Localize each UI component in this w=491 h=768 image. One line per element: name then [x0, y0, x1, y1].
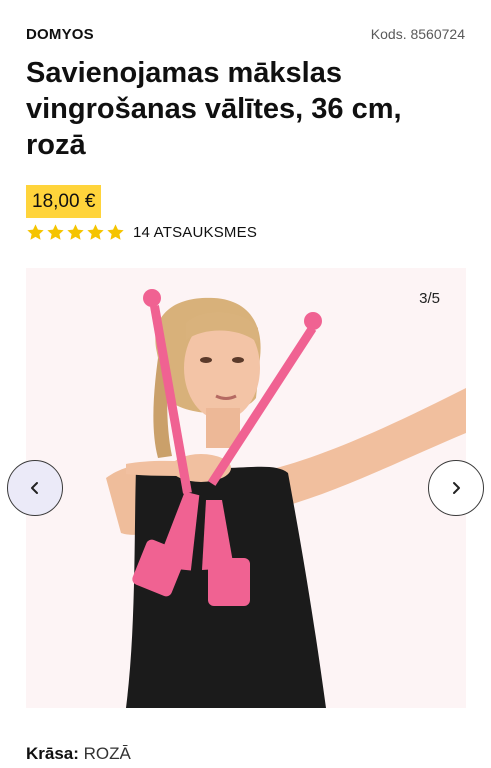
price-badge: 18,00 €	[26, 185, 102, 218]
product-code: Kods. 8560724	[370, 26, 465, 42]
color-label: Krāsa:	[26, 744, 79, 763]
color-selection: Krāsa: ROZĀ	[26, 744, 131, 764]
star-icon	[67, 223, 84, 240]
rating-row[interactable]: 14 ATSAUKSMES	[26, 221, 257, 243]
image-counter: 3/5	[419, 290, 440, 307]
color-value: ROZĀ	[83, 744, 131, 763]
star-icon	[47, 223, 64, 240]
star-icon	[107, 223, 124, 240]
star-rating	[26, 223, 125, 242]
star-icon	[27, 223, 44, 240]
product-photo	[26, 268, 466, 708]
previous-image-button[interactable]	[7, 460, 63, 516]
star-icon	[87, 223, 104, 240]
brand-name[interactable]: DOMYOS	[26, 26, 94, 43]
chevron-left-icon	[31, 482, 38, 494]
product-title: Savienojamas mākslas vingrošanas vālītes…	[26, 57, 402, 161]
header-row: DOMYOS Kods. 8560724	[26, 24, 465, 44]
reviews-link[interactable]: 14 ATSAUKSMES	[133, 224, 257, 241]
chevron-right-icon	[453, 482, 460, 494]
product-image-gallery[interactable]: 3/5	[26, 268, 466, 708]
next-image-button[interactable]	[428, 460, 484, 516]
